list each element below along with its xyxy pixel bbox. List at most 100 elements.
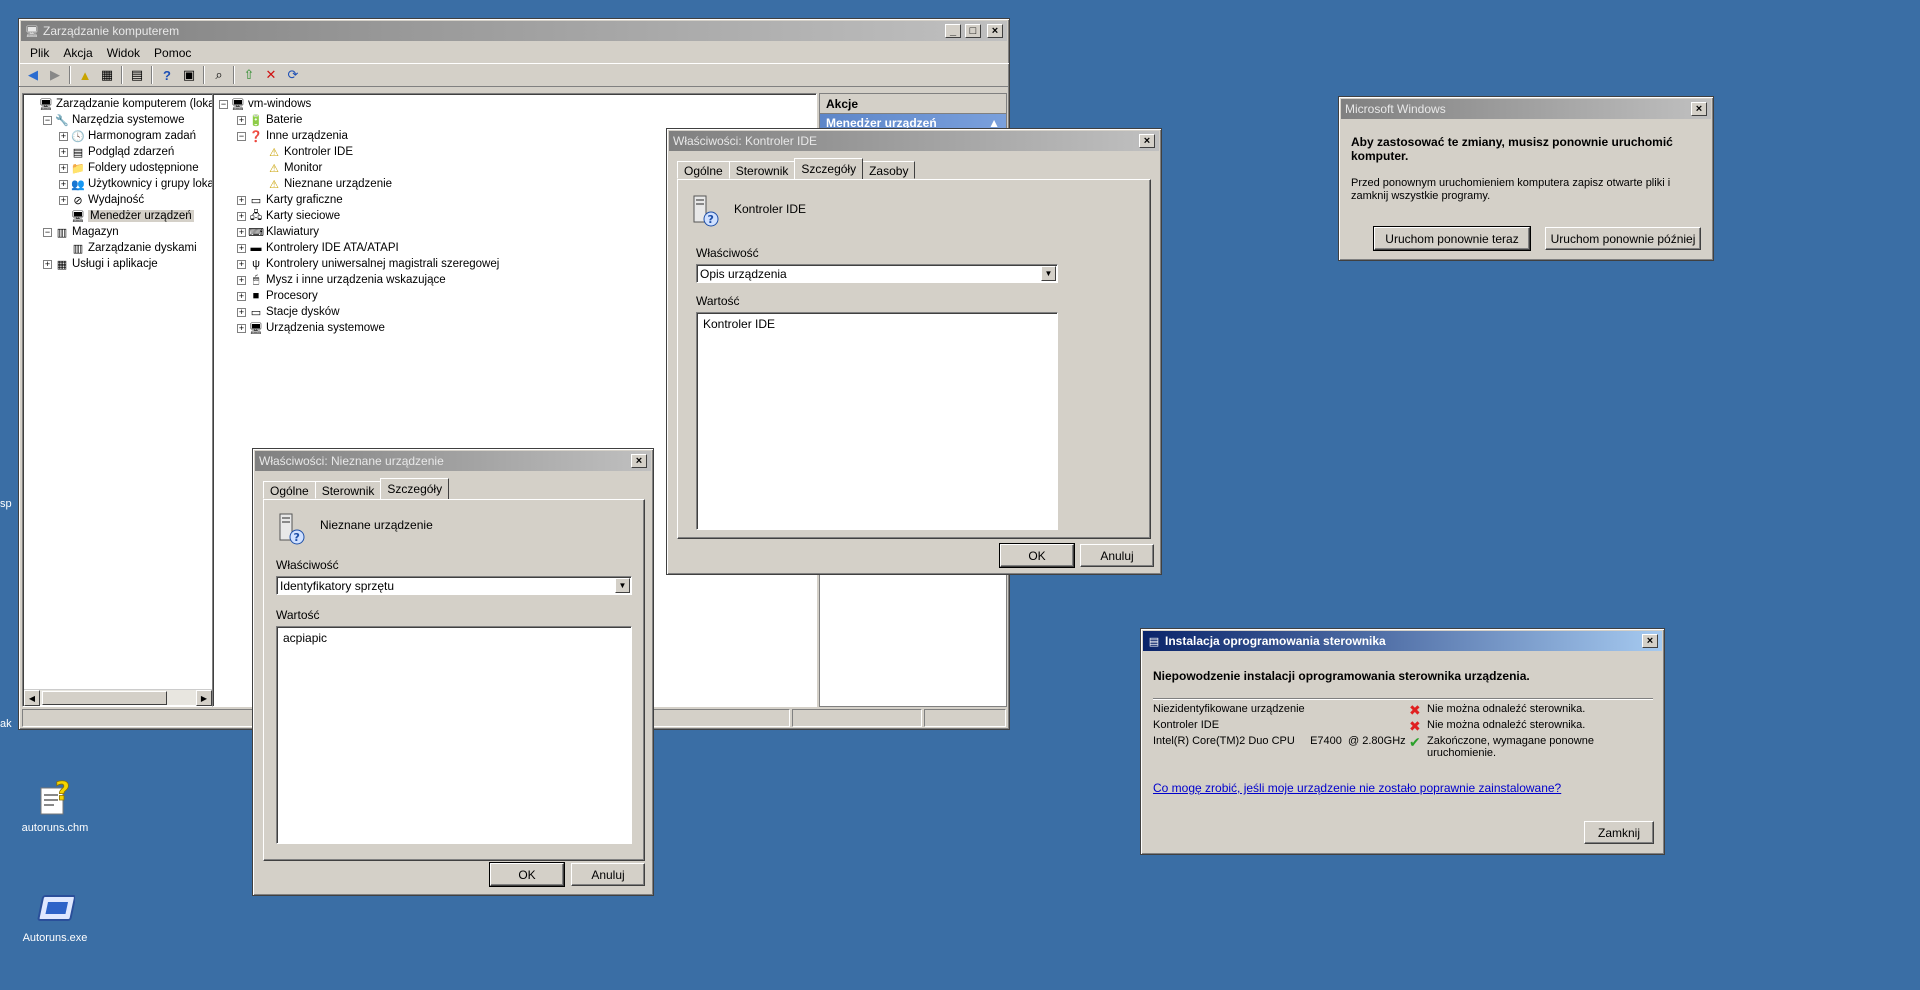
expand-toggle[interactable]: + — [237, 275, 246, 285]
menu-plik[interactable]: Plik — [23, 46, 56, 60]
title-bar[interactable]: Właściwości: Kontroler IDE × — [669, 131, 1159, 151]
dropdown-arrow-icon[interactable]: ▼ — [1041, 266, 1056, 281]
close-button[interactable]: × — [1691, 102, 1707, 116]
title-bar[interactable]: 🖥 Zarządzanie komputerem _ □ × — [21, 21, 1007, 41]
menu-akcja[interactable]: Akcja — [56, 46, 99, 60]
desktop-icon-autoruns-chm[interactable]: ? autoruns.chm — [10, 777, 100, 834]
title-bar[interactable]: Właściwości: Nieznane urządzenie × — [255, 451, 651, 471]
update-driver-icon[interactable]: ⇧ — [239, 65, 259, 85]
device-tree-item[interactable]: + 🖥 Urządzenia systemowe — [237, 320, 385, 336]
show-hide-tree-icon[interactable]: ▦ — [97, 65, 117, 85]
expand-toggle[interactable]: + — [237, 291, 246, 301]
tree-item[interactable]: + ▦ Usługi i aplikacje — [43, 256, 158, 272]
expand-toggle[interactable]: + — [237, 211, 246, 221]
expand-toggle[interactable]: − — [219, 99, 228, 109]
tab-general[interactable]: Ogólne — [263, 481, 316, 499]
horizontal-scrollbar[interactable]: ◀ ▶ — [24, 689, 212, 706]
help-icon[interactable]: ? — [157, 65, 177, 85]
close-dialog-button[interactable]: Zamknij — [1584, 821, 1654, 844]
close-button[interactable]: × — [1139, 134, 1155, 148]
minimize-button[interactable]: _ — [945, 24, 961, 38]
device-tree-item[interactable]: + ▬ Kontrolery IDE ATA/ATAPI — [237, 240, 399, 256]
tab-details[interactable]: Szczegóły — [380, 478, 450, 499]
device-tree-item[interactable]: + 🖧 Karty sieciowe — [237, 208, 340, 224]
scan-hardware-icon[interactable]: ⌕ — [209, 65, 229, 85]
expand-toggle[interactable]: + — [59, 179, 68, 189]
tree-item[interactable]: 🖥 Menedżer urządzeń — [59, 208, 194, 224]
console-tree-pane[interactable]: 🖥Zarządzanie komputerem (lokalne)−🔧Narzę… — [22, 93, 214, 707]
up-folder-icon[interactable]: ▲ — [75, 65, 95, 85]
properties-icon[interactable]: ▤ — [127, 65, 147, 85]
device-tree-item[interactable]: + 🖱 Mysz i inne urządzenia wskazujące — [237, 272, 446, 288]
menu-widok[interactable]: Widok — [100, 46, 147, 60]
tree-item[interactable]: ▥ Zarządzanie dyskami — [59, 240, 197, 256]
expand-toggle[interactable]: + — [237, 195, 246, 205]
back-arrow-icon[interactable]: ◀ — [23, 65, 43, 85]
device-tree-item[interactable]: + ψ Kontrolery uniwersalnej magistrali sze… — [237, 256, 499, 272]
cancel-button[interactable]: Anuluj — [1080, 544, 1154, 567]
ok-button[interactable]: OK — [999, 543, 1075, 568]
expand-toggle[interactable]: + — [237, 243, 246, 253]
device-tree-item[interactable]: + 🔋 Baterie — [237, 112, 302, 128]
tree-item[interactable]: + 🕓 Harmonogram zadań — [59, 128, 196, 144]
property-dropdown[interactable]: Opis urządzenia ▼ — [696, 264, 1058, 283]
expand-toggle[interactable]: + — [59, 147, 68, 157]
value-list-item[interactable]: Kontroler IDE — [703, 317, 1051, 331]
tree-item[interactable]: − 🔧 Narzędzia systemowe — [43, 112, 184, 128]
value-list-item[interactable]: acpiapic — [283, 631, 625, 645]
device-tree-item[interactable]: ⚠ Kontroler IDE — [255, 144, 353, 160]
close-button[interactable]: × — [631, 454, 647, 468]
tab-resources[interactable]: Zasoby — [862, 161, 916, 179]
tab-driver[interactable]: Sterownik — [728, 161, 796, 179]
expand-toggle[interactable]: + — [237, 115, 246, 125]
expand-toggle[interactable]: + — [237, 307, 246, 317]
title-bar[interactable]: ▤ Instalacja oprogramowania sterownika × — [1143, 631, 1662, 651]
expand-toggle[interactable]: + — [237, 259, 246, 269]
device-tree-item[interactable]: ⚠ Nieznane urządzenie — [255, 176, 392, 192]
device-tree-item[interactable]: ⚠ Monitor — [255, 160, 322, 176]
maximize-button[interactable]: □ — [965, 24, 981, 38]
close-button[interactable]: × — [987, 24, 1003, 38]
tab-details[interactable]: Szczegóły — [794, 158, 864, 179]
forward-arrow-icon[interactable]: ▶ — [45, 65, 65, 85]
tree-item[interactable]: 🖥Zarządzanie komputerem (lokalne) — [27, 96, 213, 112]
close-button[interactable]: × — [1642, 634, 1658, 648]
expand-toggle[interactable]: + — [237, 227, 246, 237]
tab-general[interactable]: Ogólne — [677, 161, 730, 179]
value-list[interactable]: acpiapic — [276, 626, 632, 844]
scroll-right-button[interactable]: ▶ — [196, 690, 212, 706]
property-dropdown[interactable]: Identyfikatory sprzętu ▼ — [276, 576, 632, 595]
help-link[interactable]: Co mogę zrobić, jeśli moje urządzenie ni… — [1153, 781, 1561, 795]
expand-toggle[interactable]: + — [59, 195, 68, 205]
expand-toggle[interactable]: + — [59, 131, 68, 141]
expand-toggle[interactable]: − — [43, 115, 52, 125]
device-tree-item[interactable]: + ▭ Stacje dysków — [237, 304, 340, 320]
tree-item[interactable]: + 👥 Użytkownicy i grupy lokaln — [59, 176, 213, 192]
restart-now-button[interactable]: Uruchom ponownie teraz — [1373, 226, 1531, 251]
restart-later-button[interactable]: Uruchom ponownie później — [1545, 227, 1701, 250]
expand-toggle[interactable]: + — [59, 163, 68, 173]
cancel-button[interactable]: Anuluj — [571, 863, 645, 886]
tree-item[interactable]: + ▤ Podgląd zdarzeń — [59, 144, 174, 160]
expand-toggle[interactable]: + — [43, 259, 52, 269]
device-tree-item[interactable]: + ⌨ Klawiatury — [237, 224, 319, 240]
tree-item[interactable]: − ▥ Magazyn — [43, 224, 119, 240]
tree-item[interactable]: + 📁 Foldery udostępnione — [59, 160, 199, 176]
scroll-left-button[interactable]: ◀ — [24, 690, 40, 706]
title-bar[interactable]: Microsoft Windows × — [1341, 99, 1711, 119]
dropdown-arrow-icon[interactable]: ▼ — [615, 578, 630, 593]
ok-button[interactable]: OK — [489, 862, 565, 887]
expand-toggle[interactable]: − — [237, 131, 246, 141]
tree-item[interactable]: + ⊘ Wydajność — [59, 192, 144, 208]
device-tree-item[interactable]: + ■ Procesory — [237, 288, 318, 304]
expand-toggle[interactable]: + — [237, 323, 246, 333]
scroll-thumb[interactable] — [42, 691, 167, 705]
tab-driver[interactable]: Sterownik — [314, 481, 382, 499]
menu-pomoc[interactable]: Pomoc — [147, 46, 198, 60]
enable-device-icon[interactable]: ⟳ — [283, 65, 303, 85]
view-icon[interactable]: ▣ — [179, 65, 199, 85]
device-tree-item[interactable]: − ❓ Inne urządzenia — [237, 128, 348, 144]
value-list[interactable]: Kontroler IDE — [696, 312, 1058, 530]
device-tree-item[interactable]: − 🖥 vm-windows — [219, 96, 311, 112]
desktop-icon-autoruns-exe[interactable]: Autoruns.exe — [10, 888, 100, 944]
